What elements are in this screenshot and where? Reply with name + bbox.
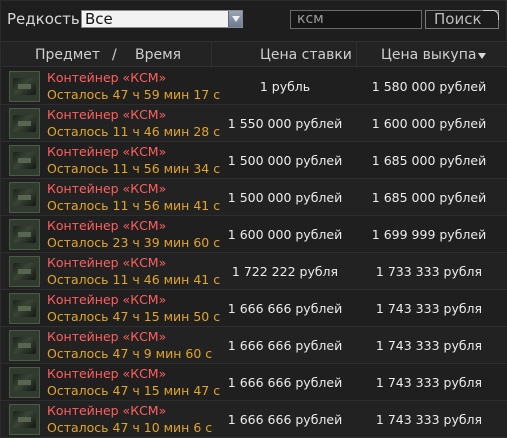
- table-row[interactable]: Контейнер «КСМ» Осталось 11 ч 56 мин 41 с…: [1, 179, 507, 216]
- container-thumbnail[interactable]: [9, 293, 40, 324]
- buyout-price: 1 743 333 рубля: [375, 412, 483, 427]
- container-thumbnail[interactable]: [9, 367, 40, 398]
- bid-price: 1 666 666 рублей: [227, 301, 343, 316]
- container-icon: [13, 337, 36, 354]
- container-icon: [13, 374, 36, 391]
- bid-price: 1 666 666 рублей: [227, 412, 343, 427]
- table-row[interactable]: Контейнер «КСМ» Осталось 47 ч 15 мин 50 с…: [1, 290, 507, 327]
- container-thumbnail[interactable]: [9, 182, 40, 213]
- time-left: Осталось 47 ч 15 мин 50 с: [47, 309, 221, 324]
- buyout-price: 1 743 333 рубля: [375, 338, 483, 353]
- container-icon: [13, 263, 36, 280]
- header-buyout-price[interactable]: Цена выкупа: [381, 47, 476, 63]
- bid-price: 1 666 666 рублей: [227, 338, 343, 353]
- container-thumbnail[interactable]: [9, 330, 40, 361]
- lot-list: Контейнер «КСМ» Осталось 47 ч 59 мин 17 с…: [1, 68, 507, 438]
- chevron-down-icon[interactable]: [228, 11, 242, 27]
- rarity-label: Редкость: [7, 10, 80, 28]
- container-thumbnail[interactable]: [9, 219, 40, 250]
- table-row[interactable]: Контейнер «КСМ» Осталось 47 ч 10 мин 6 с 1…: [1, 401, 507, 438]
- header-bid-price[interactable]: Цена ставки: [260, 47, 352, 63]
- header-item[interactable]: Предмет: [35, 47, 100, 63]
- buyout-price: 1 600 000 рублей: [371, 116, 487, 131]
- rarity-select[interactable]: Все: [81, 10, 243, 28]
- sort-desc-icon[interactable]: [478, 53, 486, 59]
- item-name[interactable]: Контейнер «КСМ»: [47, 329, 166, 344]
- buyout-price: 1 685 000 рублей: [371, 190, 487, 205]
- header-slash: /: [112, 47, 117, 63]
- time-left: Осталось 47 ч 10 мин 6 с: [47, 420, 213, 435]
- container-thumbnail[interactable]: [9, 108, 40, 139]
- time-left: Осталось 47 ч 59 мин 17 с: [47, 87, 221, 102]
- buyout-price: 1 743 333 рубля: [375, 301, 483, 316]
- bid-price: 1 722 222 рубля: [231, 264, 339, 279]
- container-icon: [13, 152, 36, 169]
- item-name[interactable]: Контейнер «КСМ»: [47, 107, 166, 122]
- container-icon: [13, 411, 36, 428]
- container-thumbnail[interactable]: [9, 404, 40, 435]
- table-row[interactable]: Контейнер «КСМ» Осталось 47 ч 9 мин 60 с 1…: [1, 327, 507, 364]
- buyout-price: 1 580 000 рублей: [371, 79, 487, 94]
- table-row[interactable]: Контейнер «КСМ» Осталось 11 ч 46 мин 28 с…: [1, 105, 507, 142]
- table-row[interactable]: Контейнер «КСМ» Осталось 23 ч 39 мин 60 с…: [1, 216, 507, 253]
- table-row[interactable]: Контейнер «КСМ» Осталось 11 ч 56 мин 34 с…: [1, 142, 507, 179]
- table-row[interactable]: Контейнер «КСМ» Осталось 47 ч 15 мин 47 с…: [1, 364, 507, 401]
- buyout-price: 1 699 999 рублей: [371, 227, 487, 242]
- auction-panel: Редкость Все ксм Поиск Предмет / Время Ц…: [0, 0, 507, 438]
- time-left: Осталось 11 ч 46 мин 41 с: [47, 272, 221, 287]
- item-name[interactable]: Контейнер «КСМ»: [47, 403, 166, 418]
- item-name[interactable]: Контейнер «КСМ»: [47, 181, 166, 196]
- bid-price: 1 рубль: [259, 79, 311, 94]
- table-row[interactable]: Контейнер «КСМ» Осталось 11 ч 46 мин 41 с…: [1, 253, 507, 290]
- item-name[interactable]: Контейнер «КСМ»: [47, 292, 166, 307]
- time-left: Осталось 11 ч 56 мин 34 с: [47, 161, 221, 176]
- search-input[interactable]: ксм: [290, 10, 422, 29]
- bid-price: 1 550 000 рублей: [227, 116, 343, 131]
- bid-price: 1 600 000 рублей: [227, 227, 343, 242]
- item-name[interactable]: Контейнер «КСМ»: [47, 70, 166, 85]
- bid-price: 1 500 000 рублей: [227, 190, 343, 205]
- time-left: Осталось 47 ч 9 мин 60 с: [47, 346, 213, 361]
- container-icon: [13, 115, 36, 132]
- container-icon: [13, 78, 36, 95]
- search-button-label: Поиск: [434, 10, 482, 28]
- table-row[interactable]: Контейнер «КСМ» Осталось 47 ч 59 мин 17 с…: [1, 68, 507, 105]
- buyout-price: 1 733 333 рубля: [375, 264, 483, 279]
- buyout-price: 1 743 333 рубля: [375, 375, 483, 390]
- time-left: Осталось 11 ч 46 мин 28 с: [47, 124, 221, 139]
- search-button[interactable]: Поиск: [425, 10, 499, 29]
- bid-price: 1 666 666 рублей: [227, 375, 343, 390]
- container-icon: [13, 300, 36, 317]
- container-thumbnail[interactable]: [9, 145, 40, 176]
- item-name[interactable]: Контейнер «КСМ»: [47, 366, 166, 381]
- time-left: Осталось 23 ч 39 мин 60 с: [47, 235, 221, 250]
- item-name[interactable]: Контейнер «КСМ»: [47, 144, 166, 159]
- container-icon: [13, 189, 36, 206]
- time-left: Осталось 11 ч 56 мин 41 с: [47, 198, 221, 213]
- corner-decoration-icon: [483, 10, 499, 20]
- bid-price: 1 500 000 рублей: [227, 153, 343, 168]
- header-time[interactable]: Время: [135, 47, 181, 63]
- container-thumbnail[interactable]: [9, 71, 40, 102]
- container-icon: [13, 226, 36, 243]
- table-header: Предмет / Время Цена ставки Цена выкупа: [1, 41, 507, 67]
- item-name[interactable]: Контейнер «КСМ»: [47, 218, 166, 233]
- container-thumbnail[interactable]: [9, 256, 40, 287]
- filter-bar: Редкость Все ксм Поиск: [1, 1, 507, 37]
- rarity-select-value: Все: [85, 10, 113, 28]
- time-left: Осталось 47 ч 15 мин 47 с: [47, 383, 221, 398]
- buyout-price: 1 685 000 рублей: [371, 153, 487, 168]
- item-name[interactable]: Контейнер «КСМ»: [47, 255, 166, 270]
